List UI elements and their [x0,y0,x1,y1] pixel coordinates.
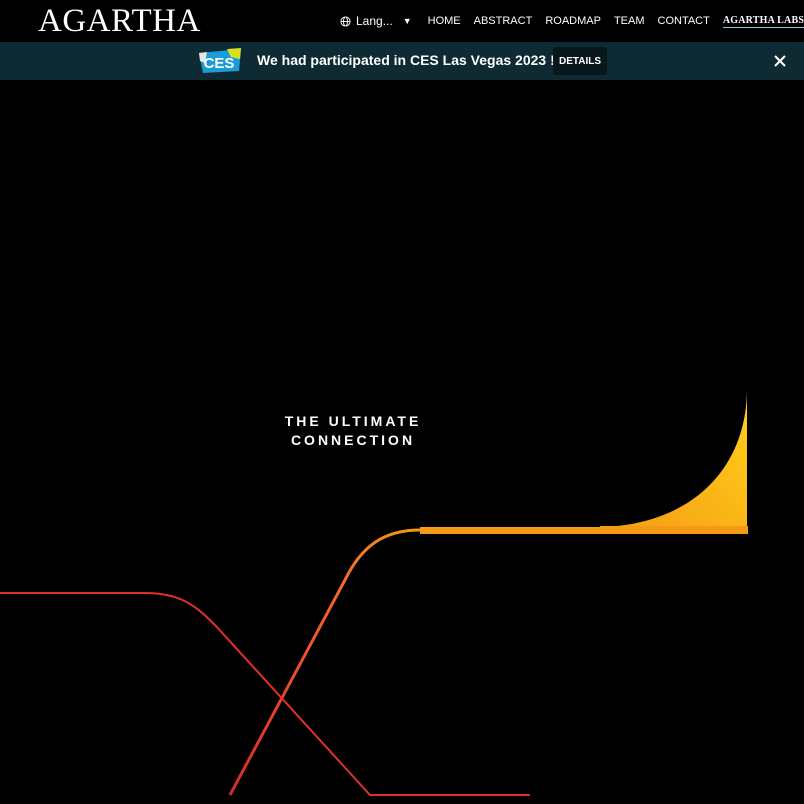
rising-cross-line [228,528,421,796]
announcement-banner: CES We had participated in CES Las Vegas… [0,42,804,80]
yellow-quarter-shape [600,388,747,527]
ces-logo: CES [199,48,241,73]
hero-headline-line2: CONNECTION [290,432,416,448]
globe-icon [340,15,351,27]
caret-down-icon: ▼ [402,16,412,26]
top-nav-bar: AGARTHA Lang... ▼ HOME ABSTRACT ROADMAP … [0,0,804,42]
nav-contact[interactable]: CONTACT [658,15,710,27]
language-selector[interactable]: Lang... ▼ [340,14,412,28]
close-icon[interactable] [771,52,789,70]
main-nav: Lang... ▼ HOME ABSTRACT ROADMAP TEAM CON… [340,0,804,42]
nav-abstract[interactable]: ABSTRACT [474,15,533,27]
banner-message: We had participated in CES Las Vegas 202… [257,52,555,68]
agartha-logo[interactable]: AGARTHA [38,2,201,40]
nav-team[interactable]: TEAM [614,15,645,27]
hero-headline-line1: THE ULTIMATE [284,413,422,429]
details-button[interactable]: DETAILS [553,47,607,75]
nav-home[interactable]: HOME [428,15,461,27]
language-label: Lang... [356,14,393,28]
hero-headline: THE ULTIMATE CONNECTION [253,412,453,450]
nav-agartha-labs[interactable]: AGARTHA LABS [722,15,804,28]
nav-roadmap[interactable]: ROADMAP [545,15,601,27]
ces-logo-text: CES [204,55,235,72]
falling-cross-line [0,592,530,796]
